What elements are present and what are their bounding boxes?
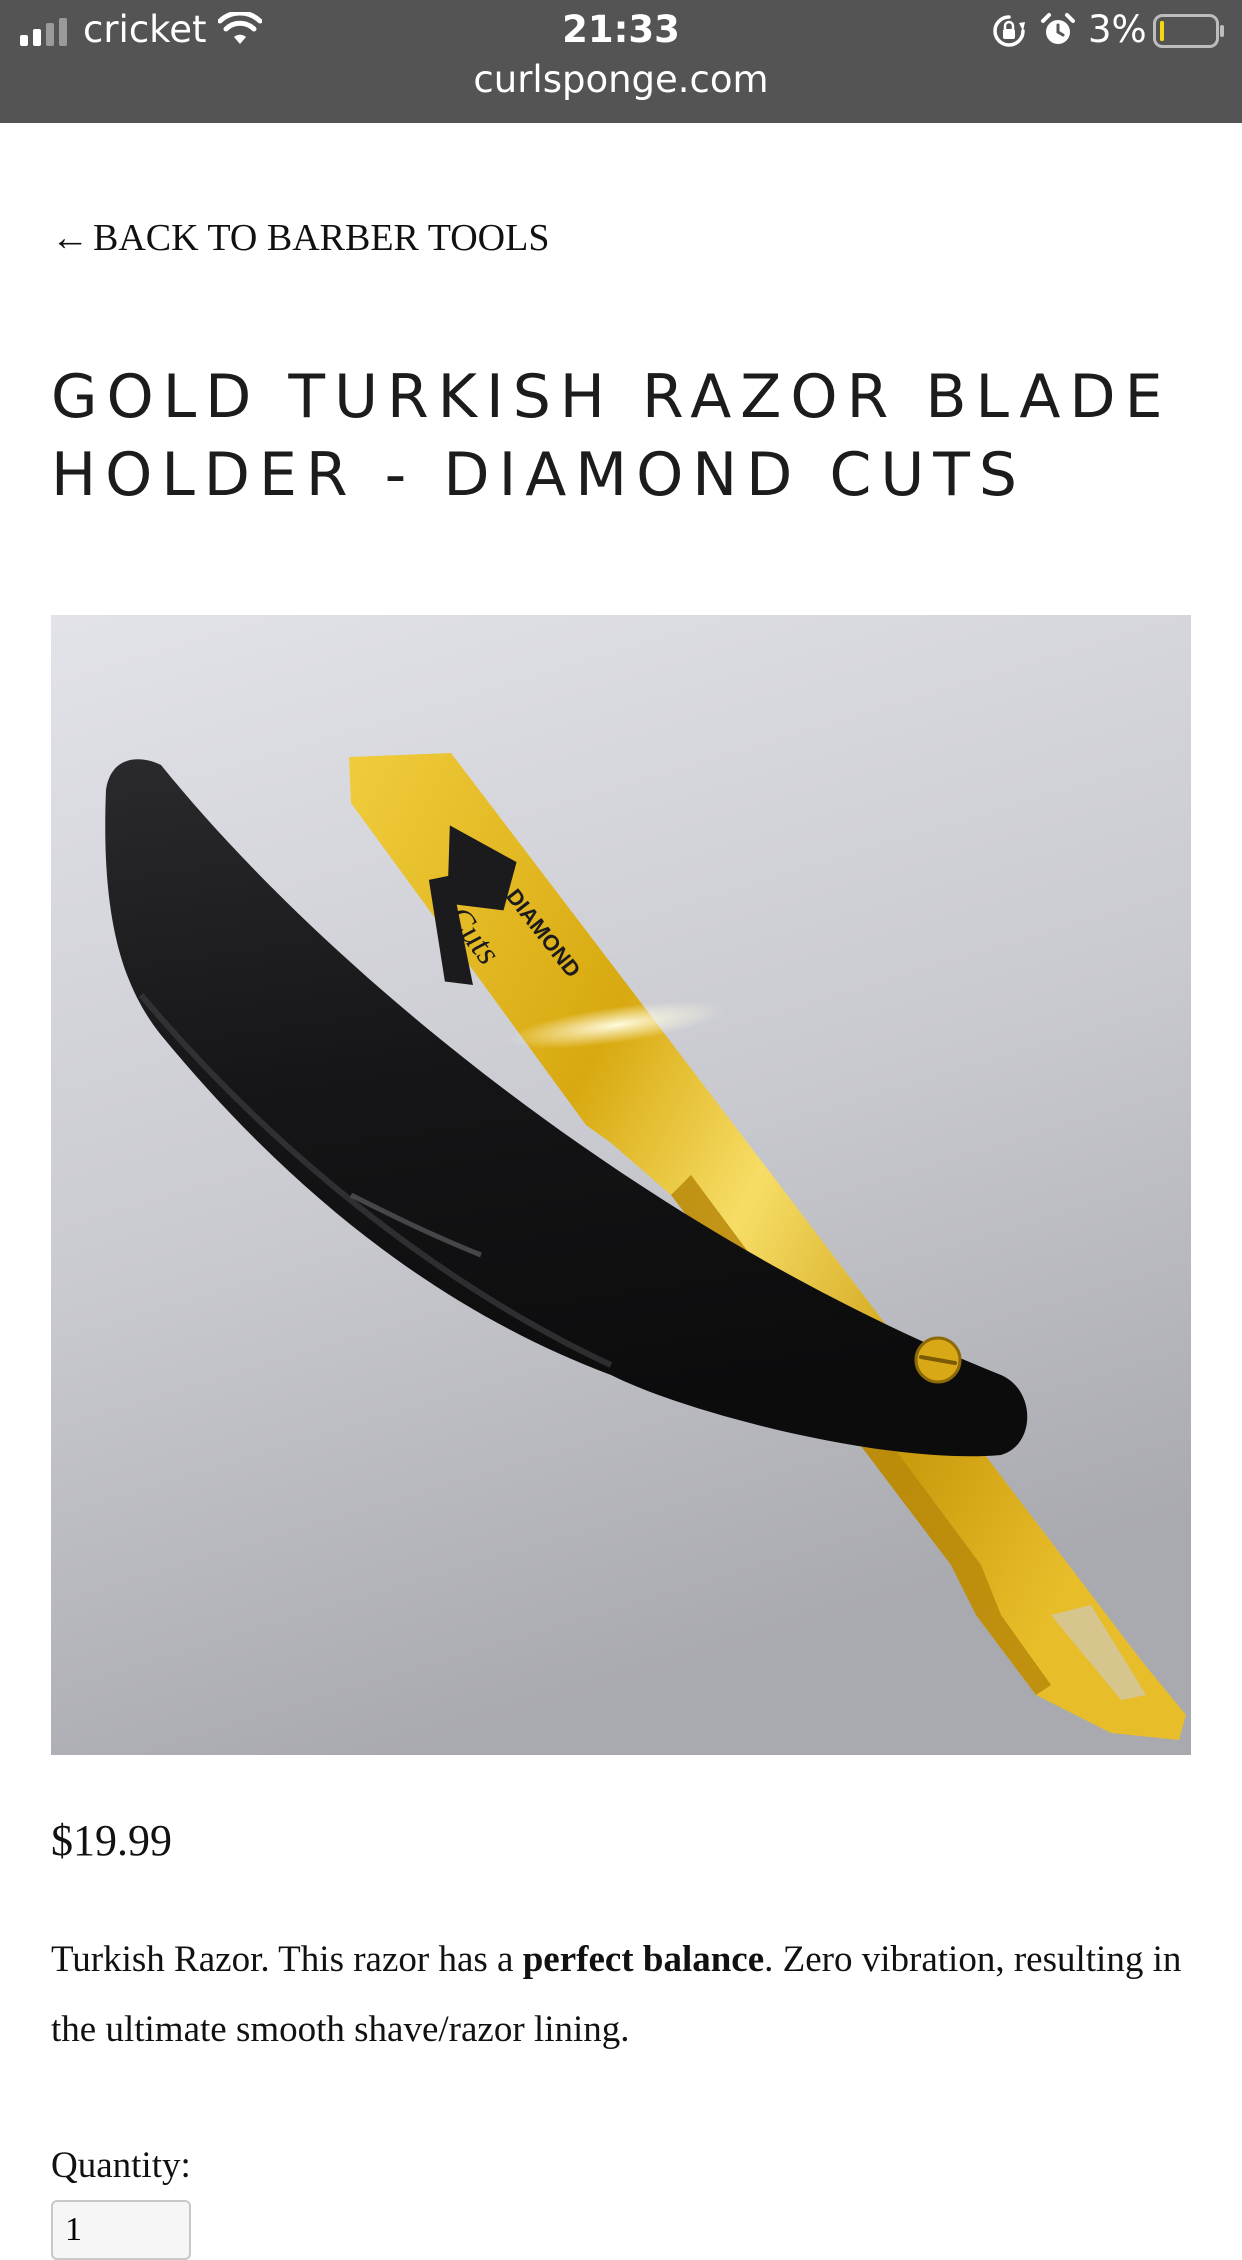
battery-icon bbox=[1153, 14, 1224, 48]
orientation-lock-icon bbox=[993, 15, 1025, 47]
product-title: GOLD TURKISH RAZOR BLADE HOLDER - DIAMON… bbox=[51, 362, 1172, 510]
quantity-label: Quantity: bbox=[51, 2145, 191, 2186]
description-emphasis: perfect balance bbox=[522, 1939, 765, 1980]
address-bar-url[interactable]: curlsponge.com bbox=[0, 58, 1242, 102]
product-image[interactable]: DIAMOND Cuts bbox=[51, 615, 1191, 1755]
back-arrow-icon: ← bbox=[51, 217, 89, 259]
product-description: Turkish Razor. This razor has a perfect … bbox=[51, 1925, 1201, 2065]
description-text: Turkish Razor. This razor has a bbox=[51, 1939, 523, 1980]
back-to-barber-tools-link[interactable]: ← BACK TO BARBER TOOLS bbox=[51, 215, 549, 261]
alarm-icon bbox=[1041, 13, 1075, 44]
quantity-input[interactable] bbox=[51, 2200, 191, 2260]
back-link-label: BACK TO BARBER TOOLS bbox=[93, 217, 550, 259]
battery-percentage: 3% bbox=[1088, 8, 1147, 51]
product-price: $19.99 bbox=[51, 1816, 172, 1865]
status-bar: cricket 21:33 curlsponge.com 3% bbox=[0, 0, 1242, 123]
